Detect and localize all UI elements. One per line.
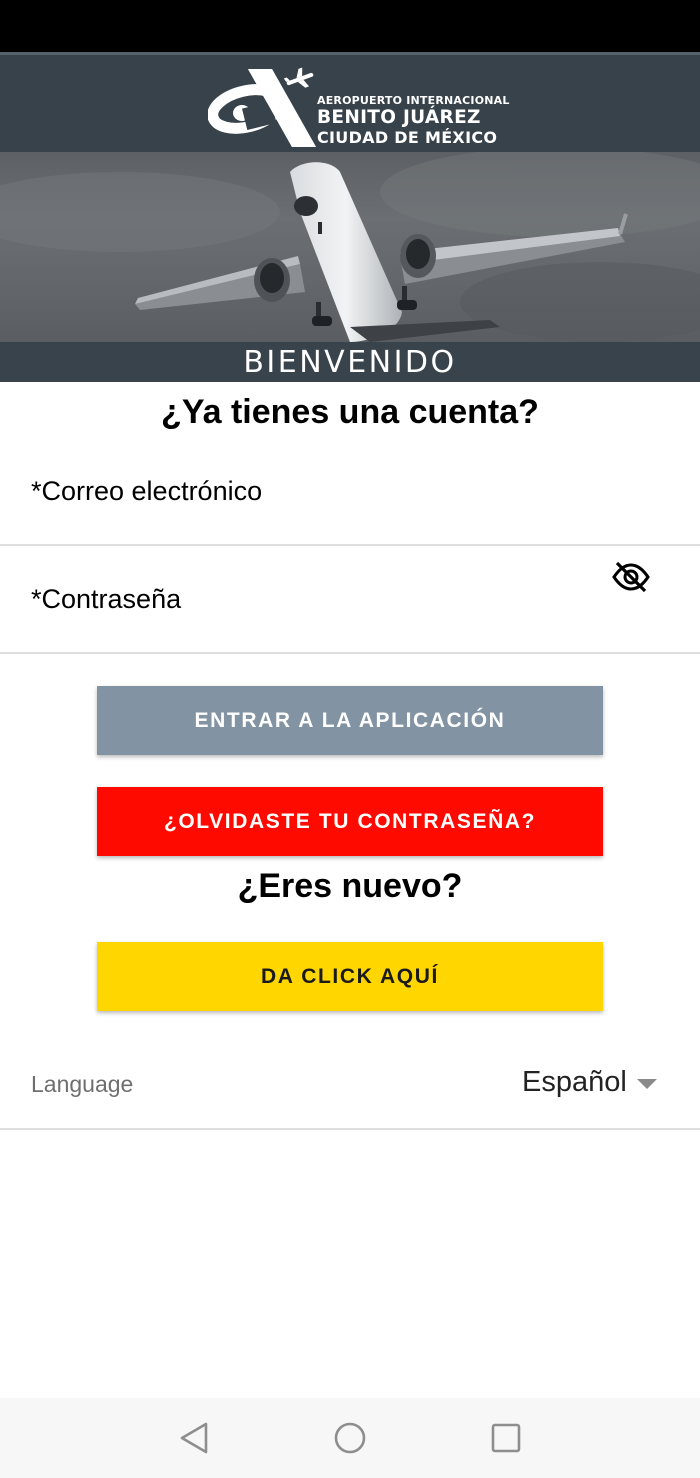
welcome-text: BIENVENIDO <box>243 345 457 380</box>
language-select[interactable]: Español <box>522 1064 657 1100</box>
password-field-label: *Contraseña <box>31 584 182 614</box>
system-navigation-bar <box>0 1398 700 1478</box>
status-bar <box>0 0 700 52</box>
logo-band: AEROPUERTO INTERNACIONAL BENITO JUÁREZ C… <box>0 52 700 152</box>
logo-line-2: BENITO JUÁREZ <box>317 107 481 128</box>
signup-heading: ¿Eres nuevo? <box>237 867 463 905</box>
email-field-label: *Correo electrónico <box>31 476 263 506</box>
signup-button[interactable]: DA CLICK AQUÍ <box>97 942 603 1011</box>
app-header: AEROPUERTO INTERNACIONAL BENITO JUÁREZ C… <box>0 52 700 382</box>
airport-logo-text: AEROPUERTO INTERNACIONAL BENITO JUÁREZ C… <box>317 95 510 146</box>
triangle-back-icon[interactable] <box>174 1418 214 1458</box>
welcome-banner: BIENVENIDO <box>0 342 700 382</box>
airplane-photo <box>0 152 700 342</box>
enter-app-button[interactable]: ENTRAR A LA APLICACIÓN <box>97 686 603 755</box>
email-field[interactable]: *Correo electrónico <box>0 440 700 546</box>
forgot-password-button[interactable]: ¿OLVIDASTE TU CONTRASEÑA? <box>97 787 603 856</box>
circle-home-icon[interactable] <box>330 1418 370 1458</box>
language-label: Language <box>31 1071 134 1097</box>
airport-logo-icon <box>208 67 316 147</box>
square-recents-icon[interactable] <box>486 1418 526 1458</box>
airplane-illustration <box>0 152 700 342</box>
password-field[interactable]: *Contraseña <box>0 546 700 654</box>
logo-line-3: CIUDAD DE MÉXICO <box>317 127 498 147</box>
login-heading: ¿Ya tienes una cuenta? <box>161 393 539 431</box>
caret-down-icon <box>636 1079 657 1089</box>
eye-off-icon[interactable] <box>611 560 651 594</box>
logo-line-1: AEROPUERTO INTERNACIONAL <box>317 94 510 107</box>
language-row: Language Español <box>0 1044 700 1130</box>
language-selected-value: Español <box>522 1065 627 1098</box>
